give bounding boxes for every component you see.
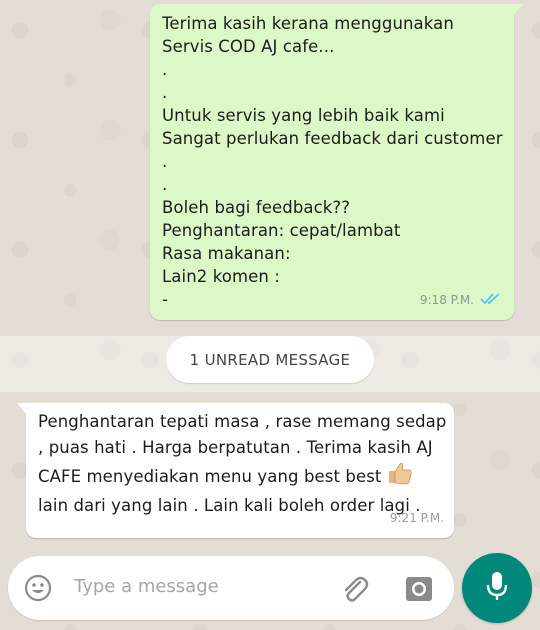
incoming-message-time: 9:21 P.M. — [389, 511, 444, 525]
camera-icon[interactable] — [402, 572, 436, 606]
outgoing-message-text: Terima kasih kerana menggunakan Servis C… — [162, 14, 503, 309]
emoji-icon[interactable] — [22, 572, 54, 604]
outgoing-message-meta: 9:18 P.M. — [420, 289, 502, 312]
outgoing-message-bubble[interactable]: Terima kasih kerana menggunakan Servis C… — [150, 4, 523, 320]
incoming-text-part-1: Penghantaran tepati masa , rase memang s… — [38, 412, 447, 486]
unread-message-badge: 1 UNREAD MESSAGE — [166, 336, 374, 383]
thumbs-up-icon — [387, 461, 413, 493]
message-input[interactable]: Type a message — [74, 576, 219, 597]
double-check-read-icon — [480, 289, 502, 312]
incoming-text-part-2: lain dari yang lain . Lain kali boleh or… — [38, 496, 421, 515]
incoming-message-text: Penghantaran tepati masa , rase memang s… — [38, 409, 448, 519]
microphone-button[interactable] — [462, 553, 532, 623]
paperclip-icon[interactable] — [338, 572, 372, 606]
outgoing-message-time: 9:18 P.M. — [419, 293, 474, 307]
incoming-message-bubble[interactable]: Penghantaran tepati masa , rase memang s… — [17, 403, 454, 538]
microphone-icon — [482, 569, 512, 607]
message-composer[interactable]: Type a message — [8, 556, 454, 620]
incoming-message-meta: 9:21 P.M. — [390, 505, 444, 530]
